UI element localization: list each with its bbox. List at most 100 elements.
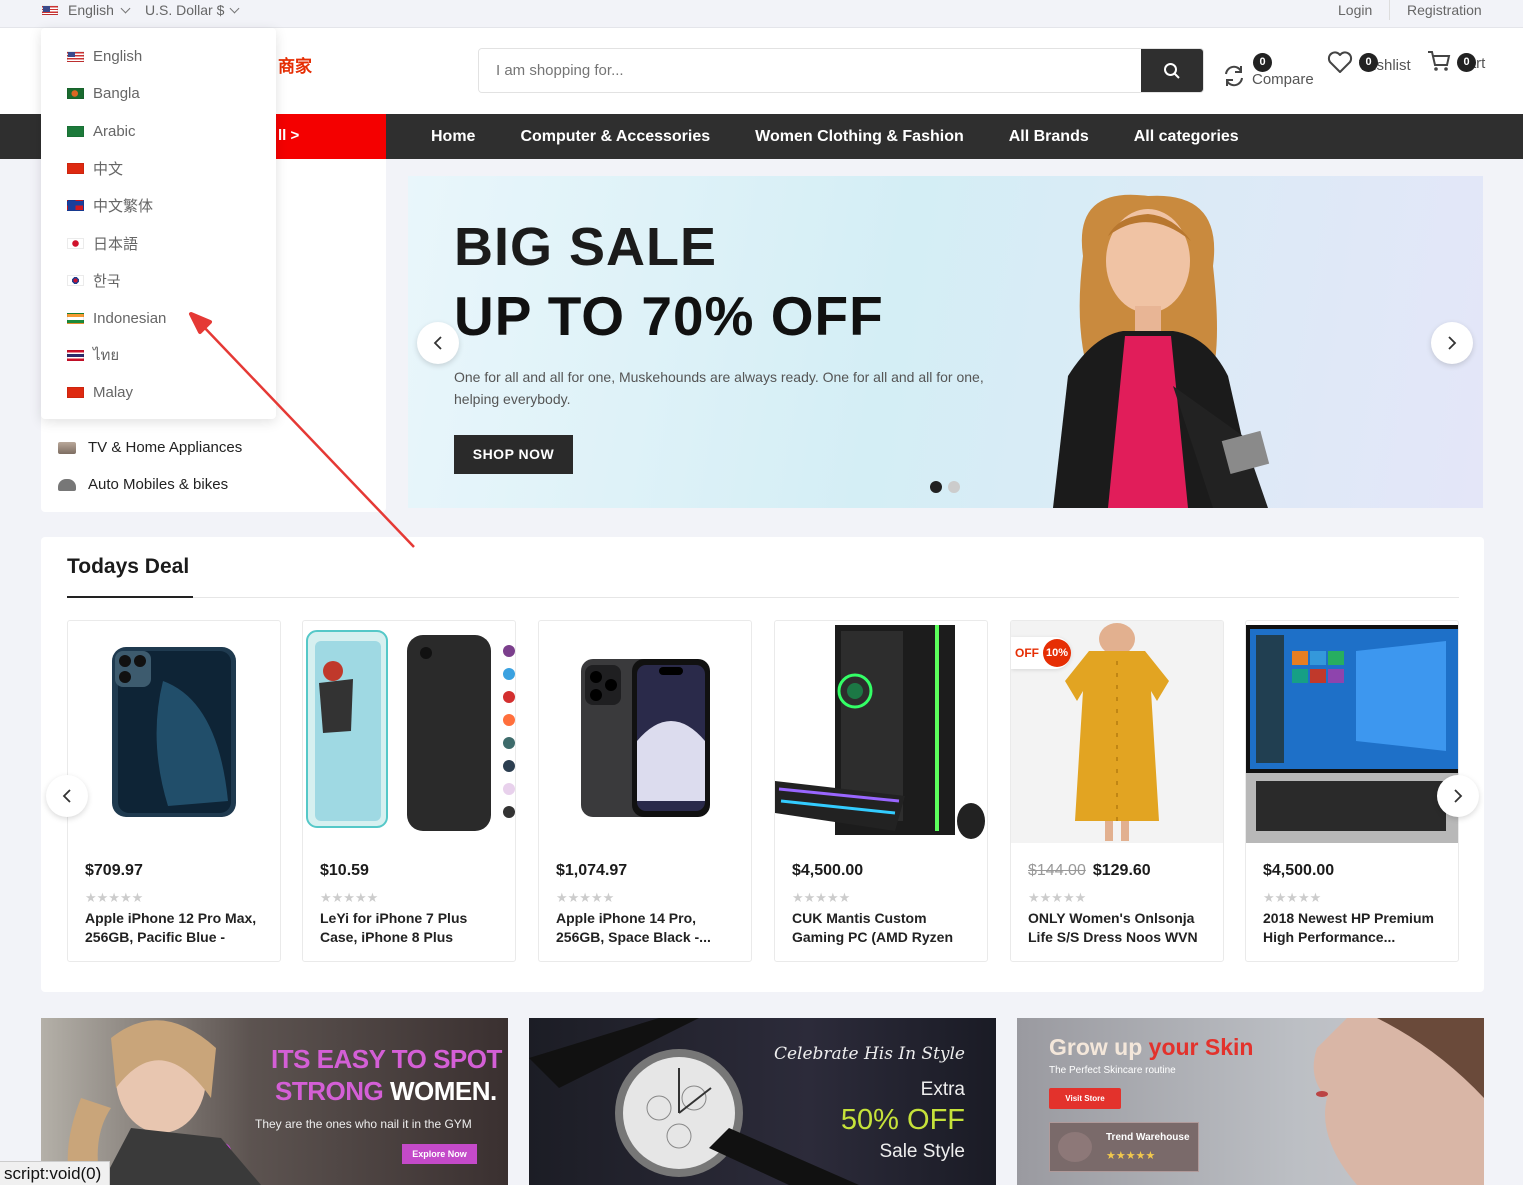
divider <box>193 597 1459 598</box>
explore-now-button[interactable]: Explore Now <box>402 1144 477 1164</box>
product-name[interactable]: Apple iPhone 14 Pro, 256GB, Space Black … <box>556 909 738 947</box>
nav-links: Home Computer & Accessories Women Clothi… <box>431 114 1239 159</box>
banner-watch[interactable]: Celebrate His In Style Extra 50% OFF Sal… <box>529 1018 996 1185</box>
old-price: $144.00 <box>1028 862 1086 879</box>
language-selector[interactable]: English <box>42 0 131 20</box>
price-value: $1,074.97 <box>556 862 628 879</box>
logo[interactable]: 商家 <box>278 52 312 77</box>
price-value: $4,500.00 <box>1263 862 1335 879</box>
nav-all-categories[interactable]: All categories <box>1134 128 1239 146</box>
search-input[interactable] <box>479 49 1141 92</box>
todays-deal-section: Todays Deal $709.97 ★★★★★ Apple iPhone 1… <box>41 537 1484 992</box>
currency-selector[interactable]: U.S. Dollar $ <box>145 0 240 20</box>
banner-discount-text: 50% OFF <box>840 1104 965 1136</box>
price-value: $709.97 <box>85 862 143 879</box>
product-card[interactable]: $4,500.00 ★★★★★ 2018 Newest HP Premium H… <box>1245 620 1459 962</box>
product-image <box>1246 625 1458 843</box>
divider <box>1389 0 1390 20</box>
banner-text: STRONG <box>275 1076 390 1106</box>
chevron-down-icon <box>120 3 131 13</box>
shop-now-button[interactable]: SHOP NOW <box>454 435 573 474</box>
compare-count-badge: 0 <box>1253 53 1272 72</box>
banner-extra-text: Extra <box>920 1079 965 1100</box>
product-card[interactable]: $4,500.00 ★★★★★ CUK Mantis Custom Gaming… <box>774 620 988 962</box>
language-label: 中文 <box>93 160 124 178</box>
product-card[interactable]: $10.59 ★★★★★ LeYi for iPhone 7 Plus Case… <box>302 620 516 962</box>
banner-gym[interactable]: ITS EASY TO SPOT STRONG WOMEN. They are … <box>41 1018 508 1185</box>
product-price: $4,500.00 <box>1263 862 1334 880</box>
language-option-thai[interactable]: ไทย <box>67 345 119 365</box>
nav-home[interactable]: Home <box>431 128 475 146</box>
brand-badge: Trend Warehouse ★★★★★ <box>1049 1122 1199 1172</box>
language-label: Bangla <box>93 84 140 102</box>
deal-next-button[interactable] <box>1437 775 1479 817</box>
price-value: $4,500.00 <box>792 862 864 879</box>
hero-headline: BIG SALE <box>454 217 718 277</box>
language-label: Arabic <box>93 122 136 140</box>
product-name[interactable]: LeYi for iPhone 7 Plus Case, iPhone 8 Pl… <box>320 909 502 947</box>
bangladesh-flag-icon <box>67 87 84 99</box>
compare-icon <box>1225 65 1243 87</box>
banner-text: TO SPOT <box>391 1044 503 1074</box>
category-item-tv[interactable]: TV & Home Appliances <box>58 439 242 456</box>
rating-stars: ★★★★★ <box>556 890 615 905</box>
rating-stars: ★★★★★ <box>320 890 379 905</box>
nav-women-clothing[interactable]: Women Clothing & Fashion <box>755 128 964 146</box>
product-name[interactable]: ONLY Women's Onlsonja Life S/S Dress Noo… <box>1028 909 1210 947</box>
product-image <box>581 659 710 817</box>
nav-computer-accessories[interactable]: Computer & Accessories <box>520 128 710 146</box>
banner-sale-text: Sale Style <box>879 1141 965 1162</box>
visit-store-button[interactable]: Visit Store <box>1049 1088 1121 1109</box>
language-option-arabic[interactable]: Arabic <box>67 121 136 141</box>
banner-text: Grow up <box>1049 1034 1149 1060</box>
wishlist-link[interactable]: 0 Wishlist <box>1327 50 1411 74</box>
chevron-right-icon <box>1448 336 1457 350</box>
section-title: Todays Deal <box>67 555 190 578</box>
product-card[interactable]: $1,074.97 ★★★★★ Apple iPhone 14 Pro, 256… <box>538 620 752 962</box>
hero-prev-button[interactable] <box>417 322 459 364</box>
slider-dot[interactable] <box>948 481 960 493</box>
product-price: $1,074.97 <box>556 862 627 880</box>
language-option-indonesian[interactable]: Indonesian <box>67 308 166 328</box>
language-label: Malay <box>93 383 134 401</box>
search-bar <box>478 48 1204 93</box>
compare-label: Compare <box>1252 71 1314 88</box>
product-card[interactable]: OFF 10% $144.00 $129.60 ★★★★★ ONLY Women'… <box>1010 620 1224 962</box>
language-label: 한국 <box>93 272 121 290</box>
language-option-chinese[interactable]: 中文 <box>67 158 123 178</box>
category-label: Auto Mobiles & bikes <box>88 476 229 493</box>
search-button[interactable] <box>1141 49 1203 92</box>
us-flag-icon <box>42 5 58 15</box>
login-link[interactable]: Login <box>1338 0 1372 20</box>
compare-link[interactable]: 0 Compare <box>1222 50 1314 88</box>
language-option-malay[interactable]: Malay <box>67 382 133 402</box>
cart-link[interactable]: 0 Cart <box>1427 50 1485 72</box>
product-card[interactable]: $709.97 ★★★★★ Apple iPhone 12 Pro Max, 2… <box>67 620 281 962</box>
category-item-auto[interactable]: Auto Mobiles & bikes <box>58 476 228 493</box>
language-option-traditional-chinese[interactable]: 中文繁体 <box>67 195 153 215</box>
banner-subtext: The Perfect Skincare routine <box>1049 1065 1176 1076</box>
language-option-korean[interactable]: 한국 <box>67 270 121 290</box>
nav-all-brands[interactable]: All Brands <box>1009 128 1089 146</box>
product-name[interactable]: CUK Mantis Custom Gaming PC (AMD Ryzen 3… <box>792 909 974 947</box>
india-flag-icon <box>67 312 84 324</box>
china-flag-icon <box>67 162 84 174</box>
deal-prev-button[interactable] <box>46 775 88 817</box>
language-option-japanese[interactable]: 日本語 <box>67 233 138 253</box>
rating-stars: ★★★★★ <box>1263 890 1322 905</box>
chevron-down-icon <box>229 3 240 13</box>
language-option-english[interactable]: English <box>67 46 142 66</box>
saudi-flag-icon <box>67 125 84 137</box>
slider-dot-active[interactable] <box>930 481 942 493</box>
product-name[interactable]: 2018 Newest HP Premium High Performance.… <box>1263 909 1445 947</box>
banner-title: Grow up your Skin <box>1049 1034 1253 1061</box>
product-name[interactable]: Apple iPhone 12 Pro Max, 256GB, Pacific … <box>85 909 267 947</box>
banner-skincare[interactable]: Grow up your Skin The Perfect Skincare r… <box>1017 1018 1484 1185</box>
hero-next-button[interactable] <box>1431 322 1473 364</box>
product-image <box>775 625 985 839</box>
malaysia-flag-icon <box>67 386 84 398</box>
cart-count-badge: 0 <box>1457 53 1476 72</box>
language-option-bangla[interactable]: Bangla <box>67 83 140 103</box>
registration-link[interactable]: Registration <box>1407 0 1482 20</box>
wishlist-count-badge: 0 <box>1359 53 1378 72</box>
